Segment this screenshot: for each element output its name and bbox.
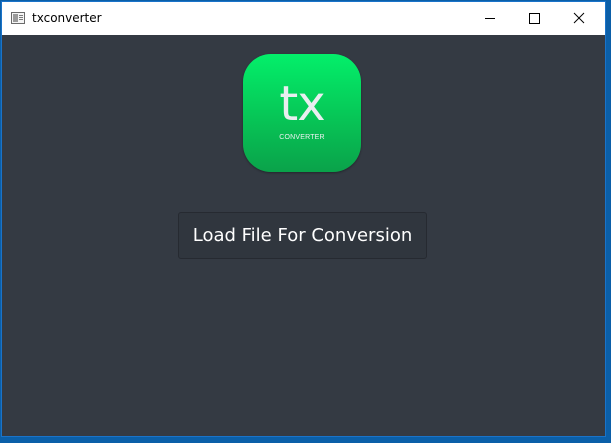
minimize-icon (485, 18, 495, 19)
title-bar[interactable]: txconverter (2, 2, 605, 35)
load-file-button[interactable]: Load File For Conversion (178, 212, 427, 259)
maximize-button[interactable] (512, 2, 558, 35)
close-icon (573, 12, 585, 24)
desktop-strip (0, 438, 611, 443)
minimize-button[interactable] (467, 2, 513, 35)
main-content: tx CONVERTER Load File For Conversion (2, 35, 605, 436)
txconverter-logo: tx CONVERTER (243, 54, 361, 172)
app-icon (11, 12, 25, 24)
maximize-icon (529, 13, 540, 24)
close-button[interactable] (557, 2, 603, 35)
logo-main-text: tx (279, 76, 325, 132)
logo-sub-text: CONVERTER (279, 134, 325, 141)
window-title: txconverter (32, 11, 102, 25)
app-window: txconverter tx CONVERTER Load File For C… (1, 1, 606, 437)
